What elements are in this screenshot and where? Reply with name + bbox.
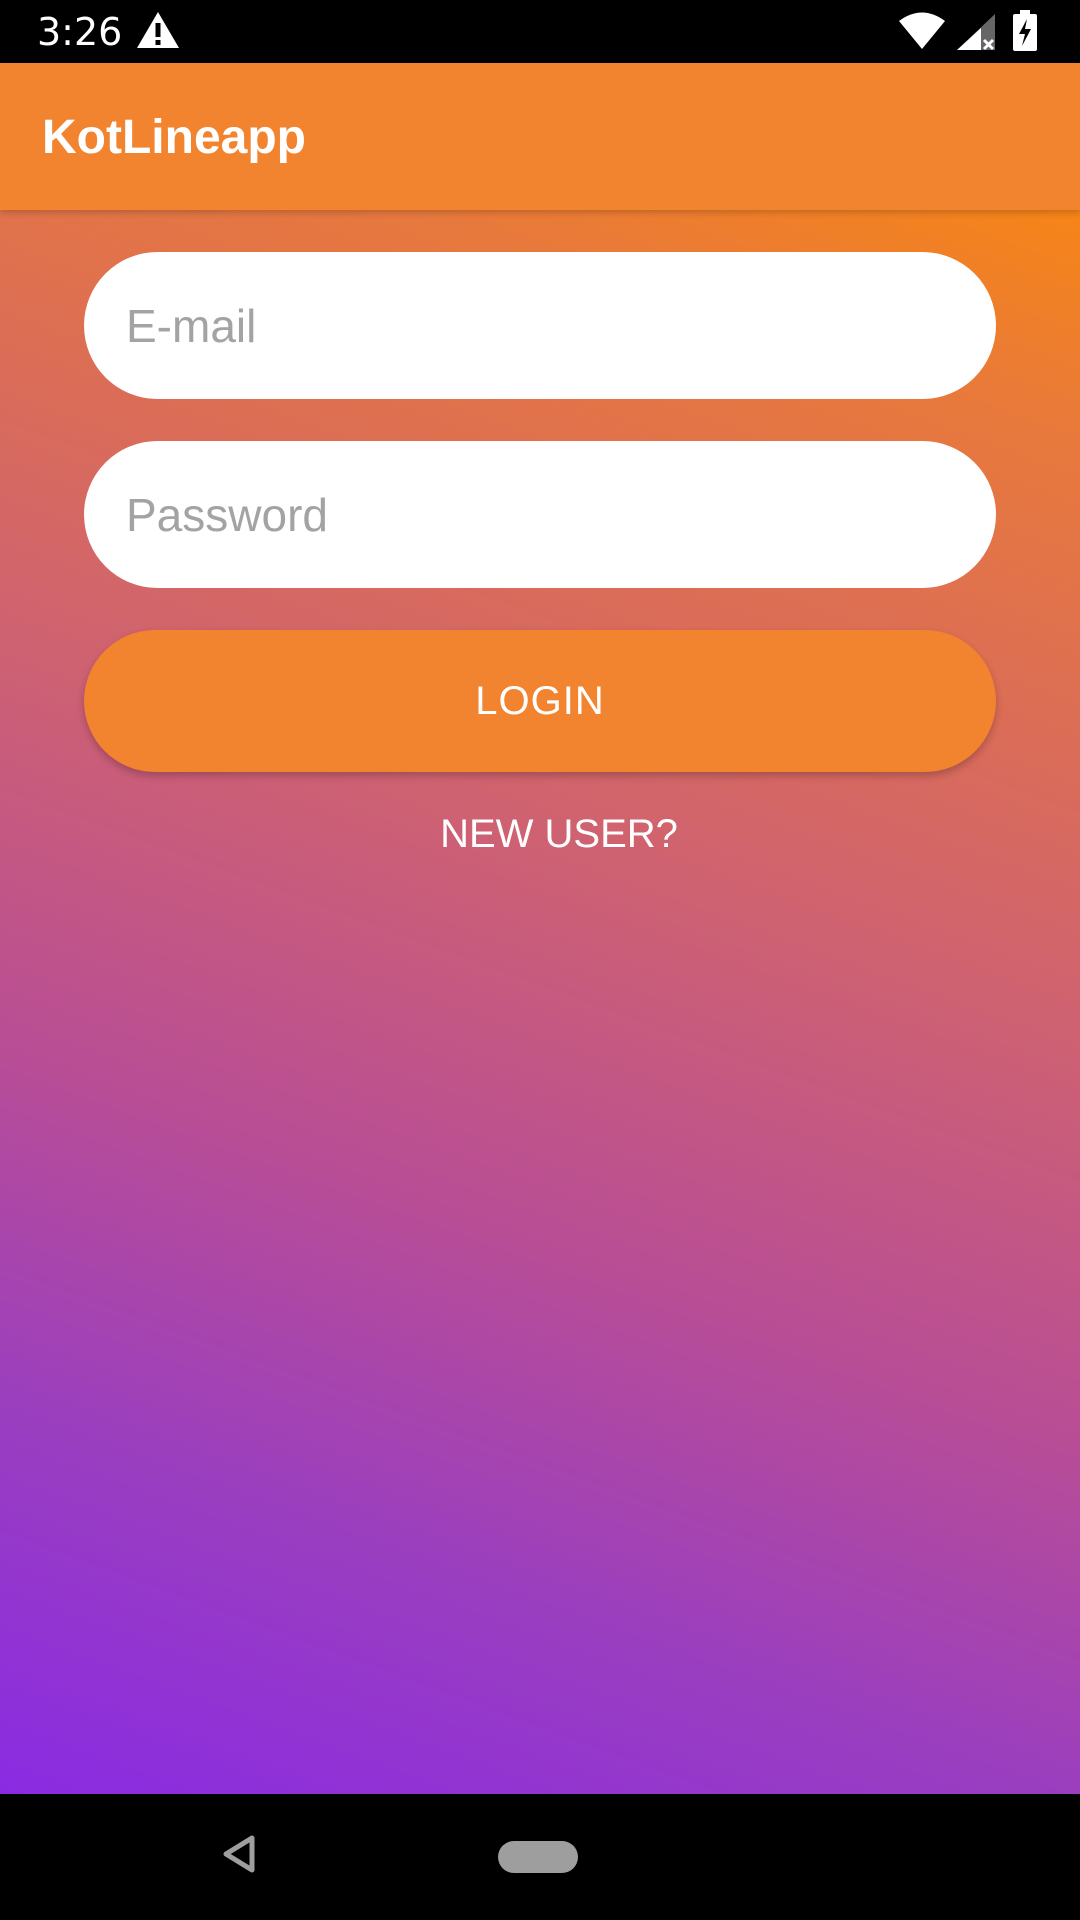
app-title: KotLineapp bbox=[42, 111, 306, 164]
login-button[interactable]: LOGIN bbox=[84, 630, 996, 772]
login-screen: KotLineapp LOGIN NEW USER? bbox=[0, 63, 1080, 1794]
warning-icon bbox=[137, 12, 179, 48]
home-pill-icon[interactable] bbox=[498, 1841, 578, 1873]
status-time: 3:26 bbox=[37, 10, 123, 54]
navigation-bar bbox=[0, 1794, 1080, 1920]
password-input[interactable] bbox=[84, 441, 996, 588]
back-icon[interactable] bbox=[222, 1834, 256, 1874]
screen: 3:26 KotLineapp LOGIN NEW USER? bbox=[0, 0, 1080, 1920]
status-bar: 3:26 bbox=[0, 0, 1080, 63]
signal-icon bbox=[957, 14, 995, 51]
wifi-icon bbox=[899, 12, 945, 49]
app-toolbar: KotLineapp bbox=[0, 63, 1080, 210]
battery-charging-icon bbox=[1013, 10, 1037, 51]
email-input[interactable] bbox=[84, 252, 996, 399]
new-user-link[interactable]: NEW USER? bbox=[0, 808, 1080, 860]
